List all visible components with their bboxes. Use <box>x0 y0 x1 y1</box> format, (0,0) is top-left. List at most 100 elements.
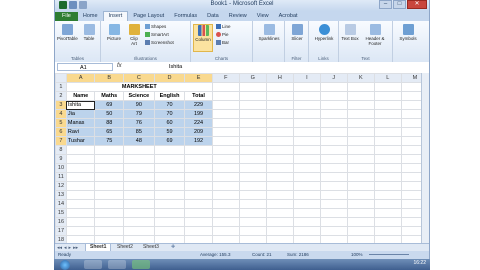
cell[interactable] <box>346 190 375 200</box>
sheet-tab-sheet3[interactable]: Sheet3 <box>139 244 163 251</box>
row-header[interactable]: 2 <box>55 91 67 101</box>
cell[interactable] <box>319 208 348 218</box>
cell[interactable] <box>292 199 321 209</box>
cell[interactable] <box>292 235 321 243</box>
cell[interactable]: 59 <box>153 127 186 137</box>
tab-view[interactable]: View <box>252 12 274 21</box>
cell[interactable] <box>238 181 267 191</box>
cell[interactable] <box>292 109 321 119</box>
shapes-button[interactable]: Shapes <box>145 24 166 29</box>
cell[interactable] <box>238 172 267 182</box>
line-chart-button[interactable]: Line <box>216 24 231 29</box>
cell[interactable] <box>238 199 267 209</box>
cell[interactable] <box>292 91 321 101</box>
bar-chart-button[interactable]: Bar <box>216 40 229 45</box>
cell[interactable] <box>153 226 186 236</box>
cell[interactable] <box>265 91 294 101</box>
cell[interactable] <box>65 199 96 209</box>
cell[interactable] <box>238 235 267 243</box>
cell[interactable]: Ravi <box>65 127 96 137</box>
cell[interactable] <box>94 226 125 236</box>
cell[interactable] <box>292 181 321 191</box>
cell[interactable] <box>373 118 402 128</box>
cell[interactable] <box>238 127 267 137</box>
cell[interactable] <box>211 154 240 164</box>
cell[interactable] <box>94 235 125 243</box>
cell[interactable] <box>184 154 213 164</box>
cell[interactable]: Jia <box>65 109 96 119</box>
text-box-button[interactable]: Text Box <box>341 24 359 41</box>
cell[interactable] <box>94 145 125 155</box>
picture-button[interactable]: Picture <box>105 24 123 41</box>
cell[interactable] <box>184 172 213 182</box>
cell[interactable] <box>184 226 213 236</box>
cell[interactable] <box>153 154 186 164</box>
cell[interactable] <box>265 118 294 128</box>
cell[interactable] <box>238 91 267 101</box>
cell[interactable] <box>319 235 348 243</box>
table-button[interactable]: Table <box>81 24 97 41</box>
cell[interactable] <box>153 181 186 191</box>
cell[interactable] <box>211 217 240 227</box>
row-header[interactable]: 12 <box>55 181 67 191</box>
cell[interactable] <box>94 181 125 191</box>
cell[interactable] <box>153 217 186 227</box>
cell[interactable] <box>65 217 96 227</box>
cell[interactable] <box>94 217 125 227</box>
cell[interactable] <box>346 109 375 119</box>
cell[interactable] <box>346 172 375 182</box>
cell[interactable] <box>184 163 213 173</box>
column-header[interactable]: I <box>292 73 321 83</box>
row-header[interactable]: 17 <box>55 226 67 236</box>
cell[interactable] <box>238 118 267 128</box>
cell[interactable] <box>292 172 321 182</box>
cell[interactable]: 88 <box>94 118 125 128</box>
cell[interactable] <box>211 163 240 173</box>
cell[interactable] <box>211 118 240 128</box>
cell[interactable] <box>265 100 294 110</box>
cell[interactable] <box>292 190 321 200</box>
cell[interactable] <box>211 181 240 191</box>
cell[interactable] <box>346 208 375 218</box>
cell[interactable] <box>346 136 375 146</box>
cell[interactable] <box>123 217 155 227</box>
cell[interactable] <box>123 163 155 173</box>
cell[interactable] <box>238 82 267 92</box>
row-header[interactable]: 6 <box>55 127 67 137</box>
cell[interactable] <box>211 199 240 209</box>
cell[interactable] <box>373 127 402 137</box>
cell[interactable] <box>211 172 240 182</box>
pivot-table-button[interactable]: PivotTable <box>57 24 78 41</box>
row-header[interactable]: 14 <box>55 199 67 209</box>
cell[interactable] <box>292 208 321 218</box>
cell[interactable] <box>238 226 267 236</box>
maximize-button[interactable]: □ <box>393 0 406 9</box>
cell[interactable] <box>238 100 267 110</box>
cell[interactable] <box>153 235 186 243</box>
cell[interactable] <box>211 100 240 110</box>
cell[interactable] <box>94 163 125 173</box>
column-header[interactable]: K <box>346 73 375 83</box>
cell[interactable] <box>65 145 96 155</box>
cell[interactable] <box>238 208 267 218</box>
close-button[interactable]: ✕ <box>407 0 427 9</box>
cell[interactable] <box>265 109 294 119</box>
cell[interactable]: 60 <box>153 118 186 128</box>
cell[interactable] <box>346 199 375 209</box>
cell[interactable] <box>346 127 375 137</box>
cell[interactable]: 50 <box>94 109 125 119</box>
cell[interactable] <box>319 217 348 227</box>
name-box[interactable]: A1 <box>57 63 113 71</box>
cell[interactable] <box>373 163 402 173</box>
cell[interactable] <box>373 136 402 146</box>
cell[interactable] <box>319 172 348 182</box>
cell[interactable] <box>238 190 267 200</box>
column-header[interactable]: D <box>153 73 186 83</box>
cell[interactable] <box>346 154 375 164</box>
cell[interactable] <box>292 154 321 164</box>
tab-file[interactable]: File <box>55 12 78 21</box>
cell[interactable] <box>346 217 375 227</box>
cell[interactable] <box>373 82 402 92</box>
cell[interactable] <box>292 136 321 146</box>
cell[interactable]: 65 <box>94 127 125 137</box>
